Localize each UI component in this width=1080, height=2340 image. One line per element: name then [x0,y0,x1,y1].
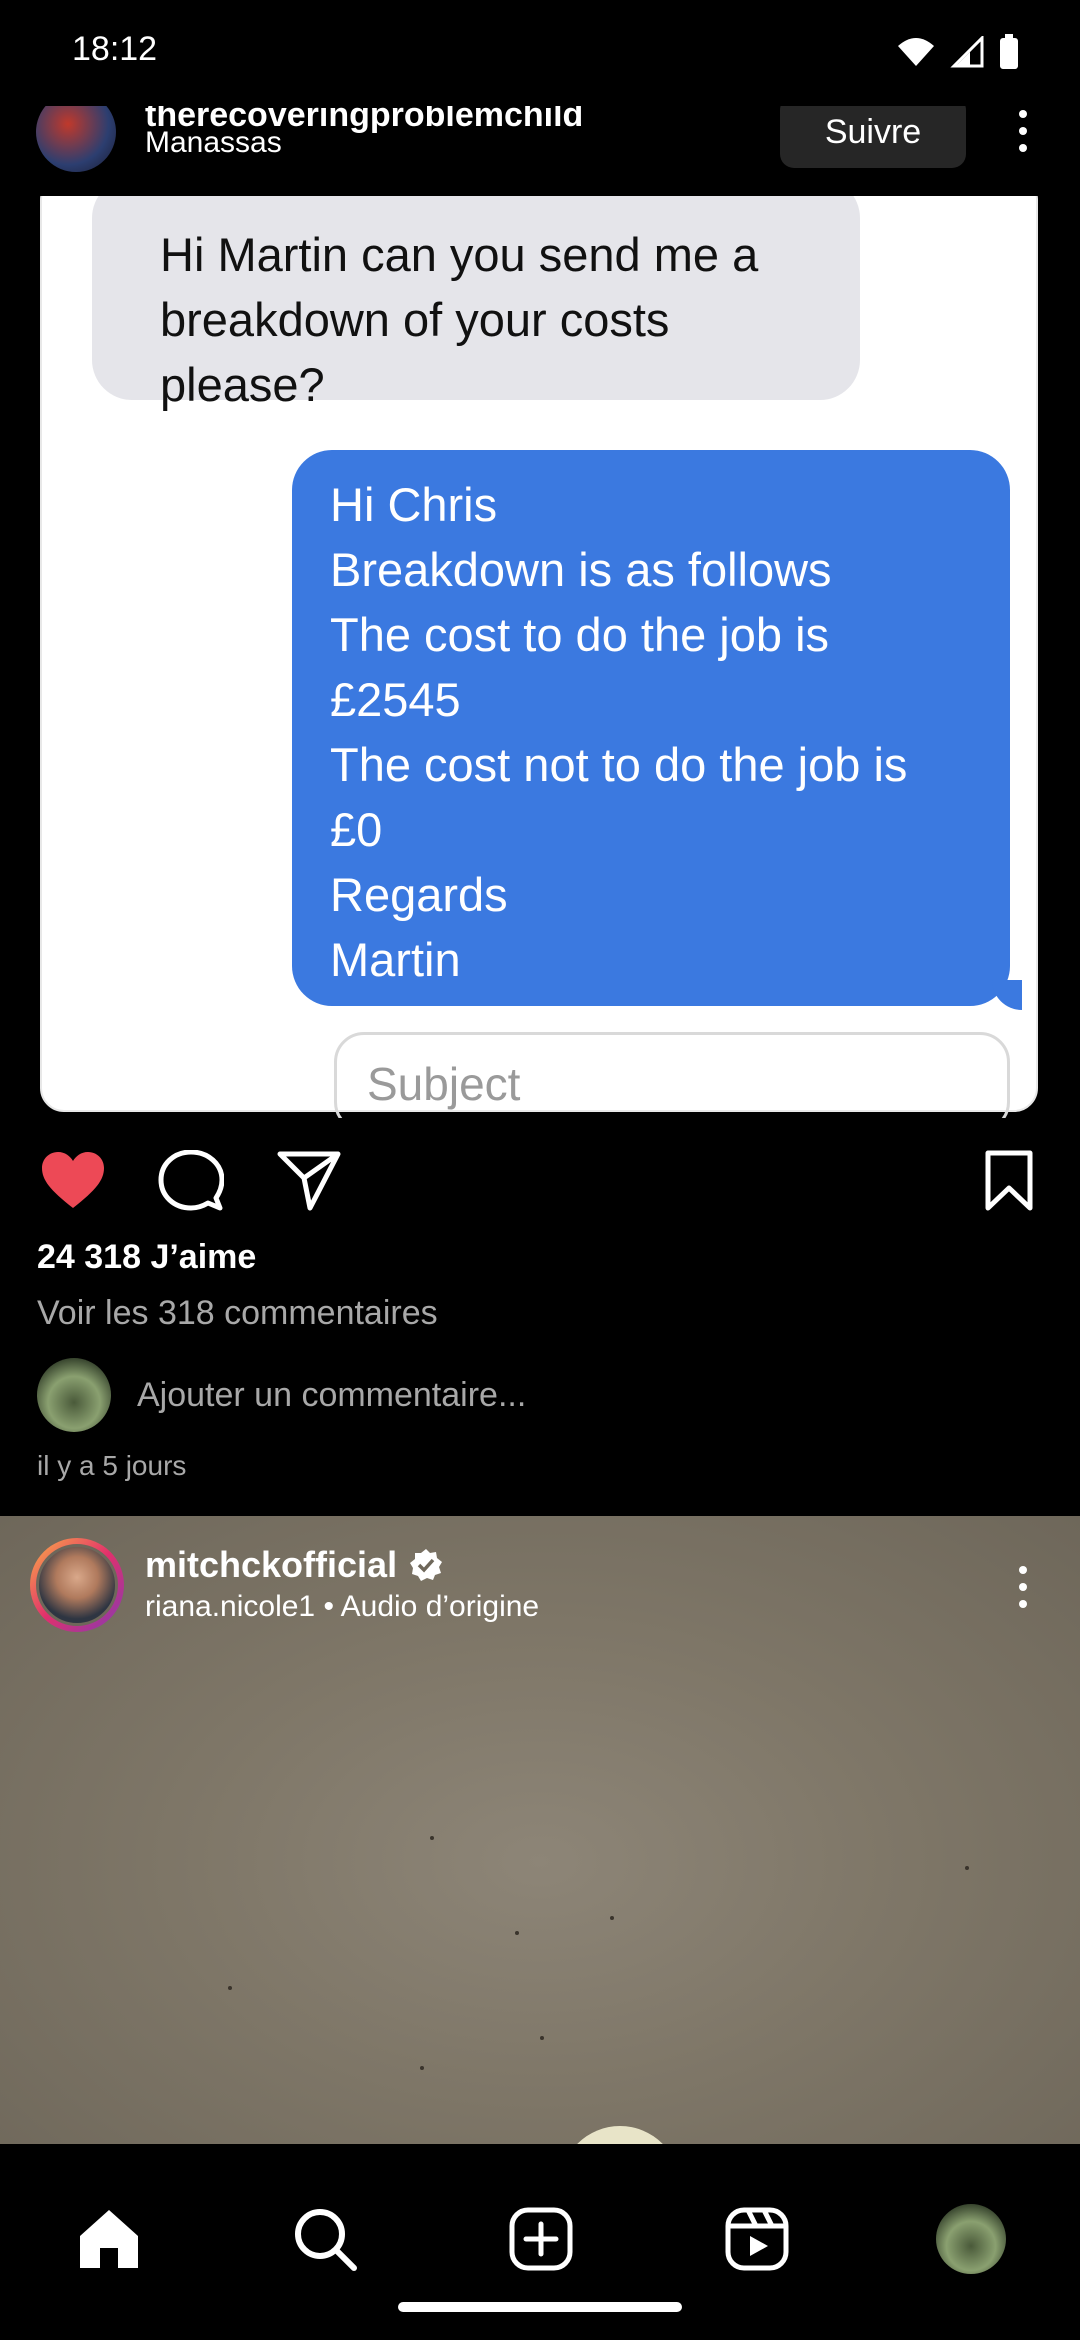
outgoing-line: The cost to do the job is [330,608,830,661]
incoming-message-text: Hi Martin can you send me a breakdown of… [160,228,759,411]
post-location[interactable]: Manassas [145,126,282,160]
post-timestamp: il y a 5 jours [37,1450,187,1481]
more-options-icon[interactable] [1010,106,1036,156]
comment-icon[interactable] [158,1150,224,1212]
status-time: 18:12 [72,30,158,68]
bookmark-icon[interactable] [976,1150,1042,1212]
reels-icon[interactable] [724,2206,790,2272]
dust-speck [540,2036,544,2040]
post2-username[interactable]: mitchckofficial [145,1544,397,1586]
share-icon[interactable] [276,1150,342,1212]
dust-speck [420,2066,424,2070]
signal-icon [950,36,984,68]
message-screenshot: Hi Martin can you send me a breakdown of… [40,196,1038,1118]
outgoing-line: Breakdown is as follows [330,543,832,596]
story-ring[interactable] [30,1538,124,1632]
home-icon[interactable] [76,2206,142,2272]
add-comment-row[interactable]: Ajouter un commentaire... [37,1358,1037,1434]
likes-count[interactable]: 24 318 J’aime [37,1238,256,1277]
outgoing-line: £0 [330,803,383,856]
dust-speck [515,1931,519,1935]
follow-button[interactable]: Suivre [780,106,966,168]
post2-audio-subtitle[interactable]: riana.nicole1 • Audio d’origine [145,1590,539,1624]
outgoing-line: Martin [330,933,461,986]
battery-icon [1000,34,1018,69]
more-options-icon[interactable] [1010,1562,1036,1612]
post-header: therecoveringproblemchild Manassas Suivr… [0,106,1080,196]
avatar [37,1358,111,1432]
heart-icon[interactable] [40,1150,106,1212]
outgoing-line: £2545 [330,673,461,726]
outgoing-line: Hi Chris [330,478,498,531]
dust-speck [430,1836,434,1840]
avatar [36,1544,118,1626]
dust-speck [965,1866,969,1870]
create-icon[interactable] [508,2206,574,2272]
status-bar: 18:12 [0,0,1080,106]
comment-input[interactable]: Ajouter un commentaire... [137,1376,526,1415]
wifi-icon [898,38,934,66]
lamp-light [560,2126,680,2144]
post-image[interactable]: Hi Martin can you send me a breakdown of… [0,196,1080,1118]
view-comments-link[interactable]: Voir les 318 commentaires [37,1294,438,1333]
avatar[interactable] [36,106,116,172]
action-bar [0,1118,1080,1238]
outgoing-message-bubble: Hi Chris Breakdown is as follows The cos… [292,450,1022,1010]
profile-avatar[interactable] [936,2204,1006,2274]
status-icons [896,34,1020,70]
subject-field: Subject [334,1032,1010,1118]
dust-speck [228,1986,232,1990]
post2-username-row[interactable]: mitchckofficial [145,1544,443,1586]
verified-badge-icon [410,1549,443,1581]
post2-media[interactable]: mitchckofficial riana.nicole1 • Audio d’… [0,1516,1080,2144]
dust-speck [610,1916,614,1920]
search-icon[interactable] [292,2206,358,2272]
incoming-message-bubble: Hi Martin can you send me a breakdown of… [92,196,860,411]
outgoing-line: Regards [330,868,508,921]
home-indicator[interactable] [398,2302,682,2312]
outgoing-line: The cost not to do the job is [330,738,908,791]
